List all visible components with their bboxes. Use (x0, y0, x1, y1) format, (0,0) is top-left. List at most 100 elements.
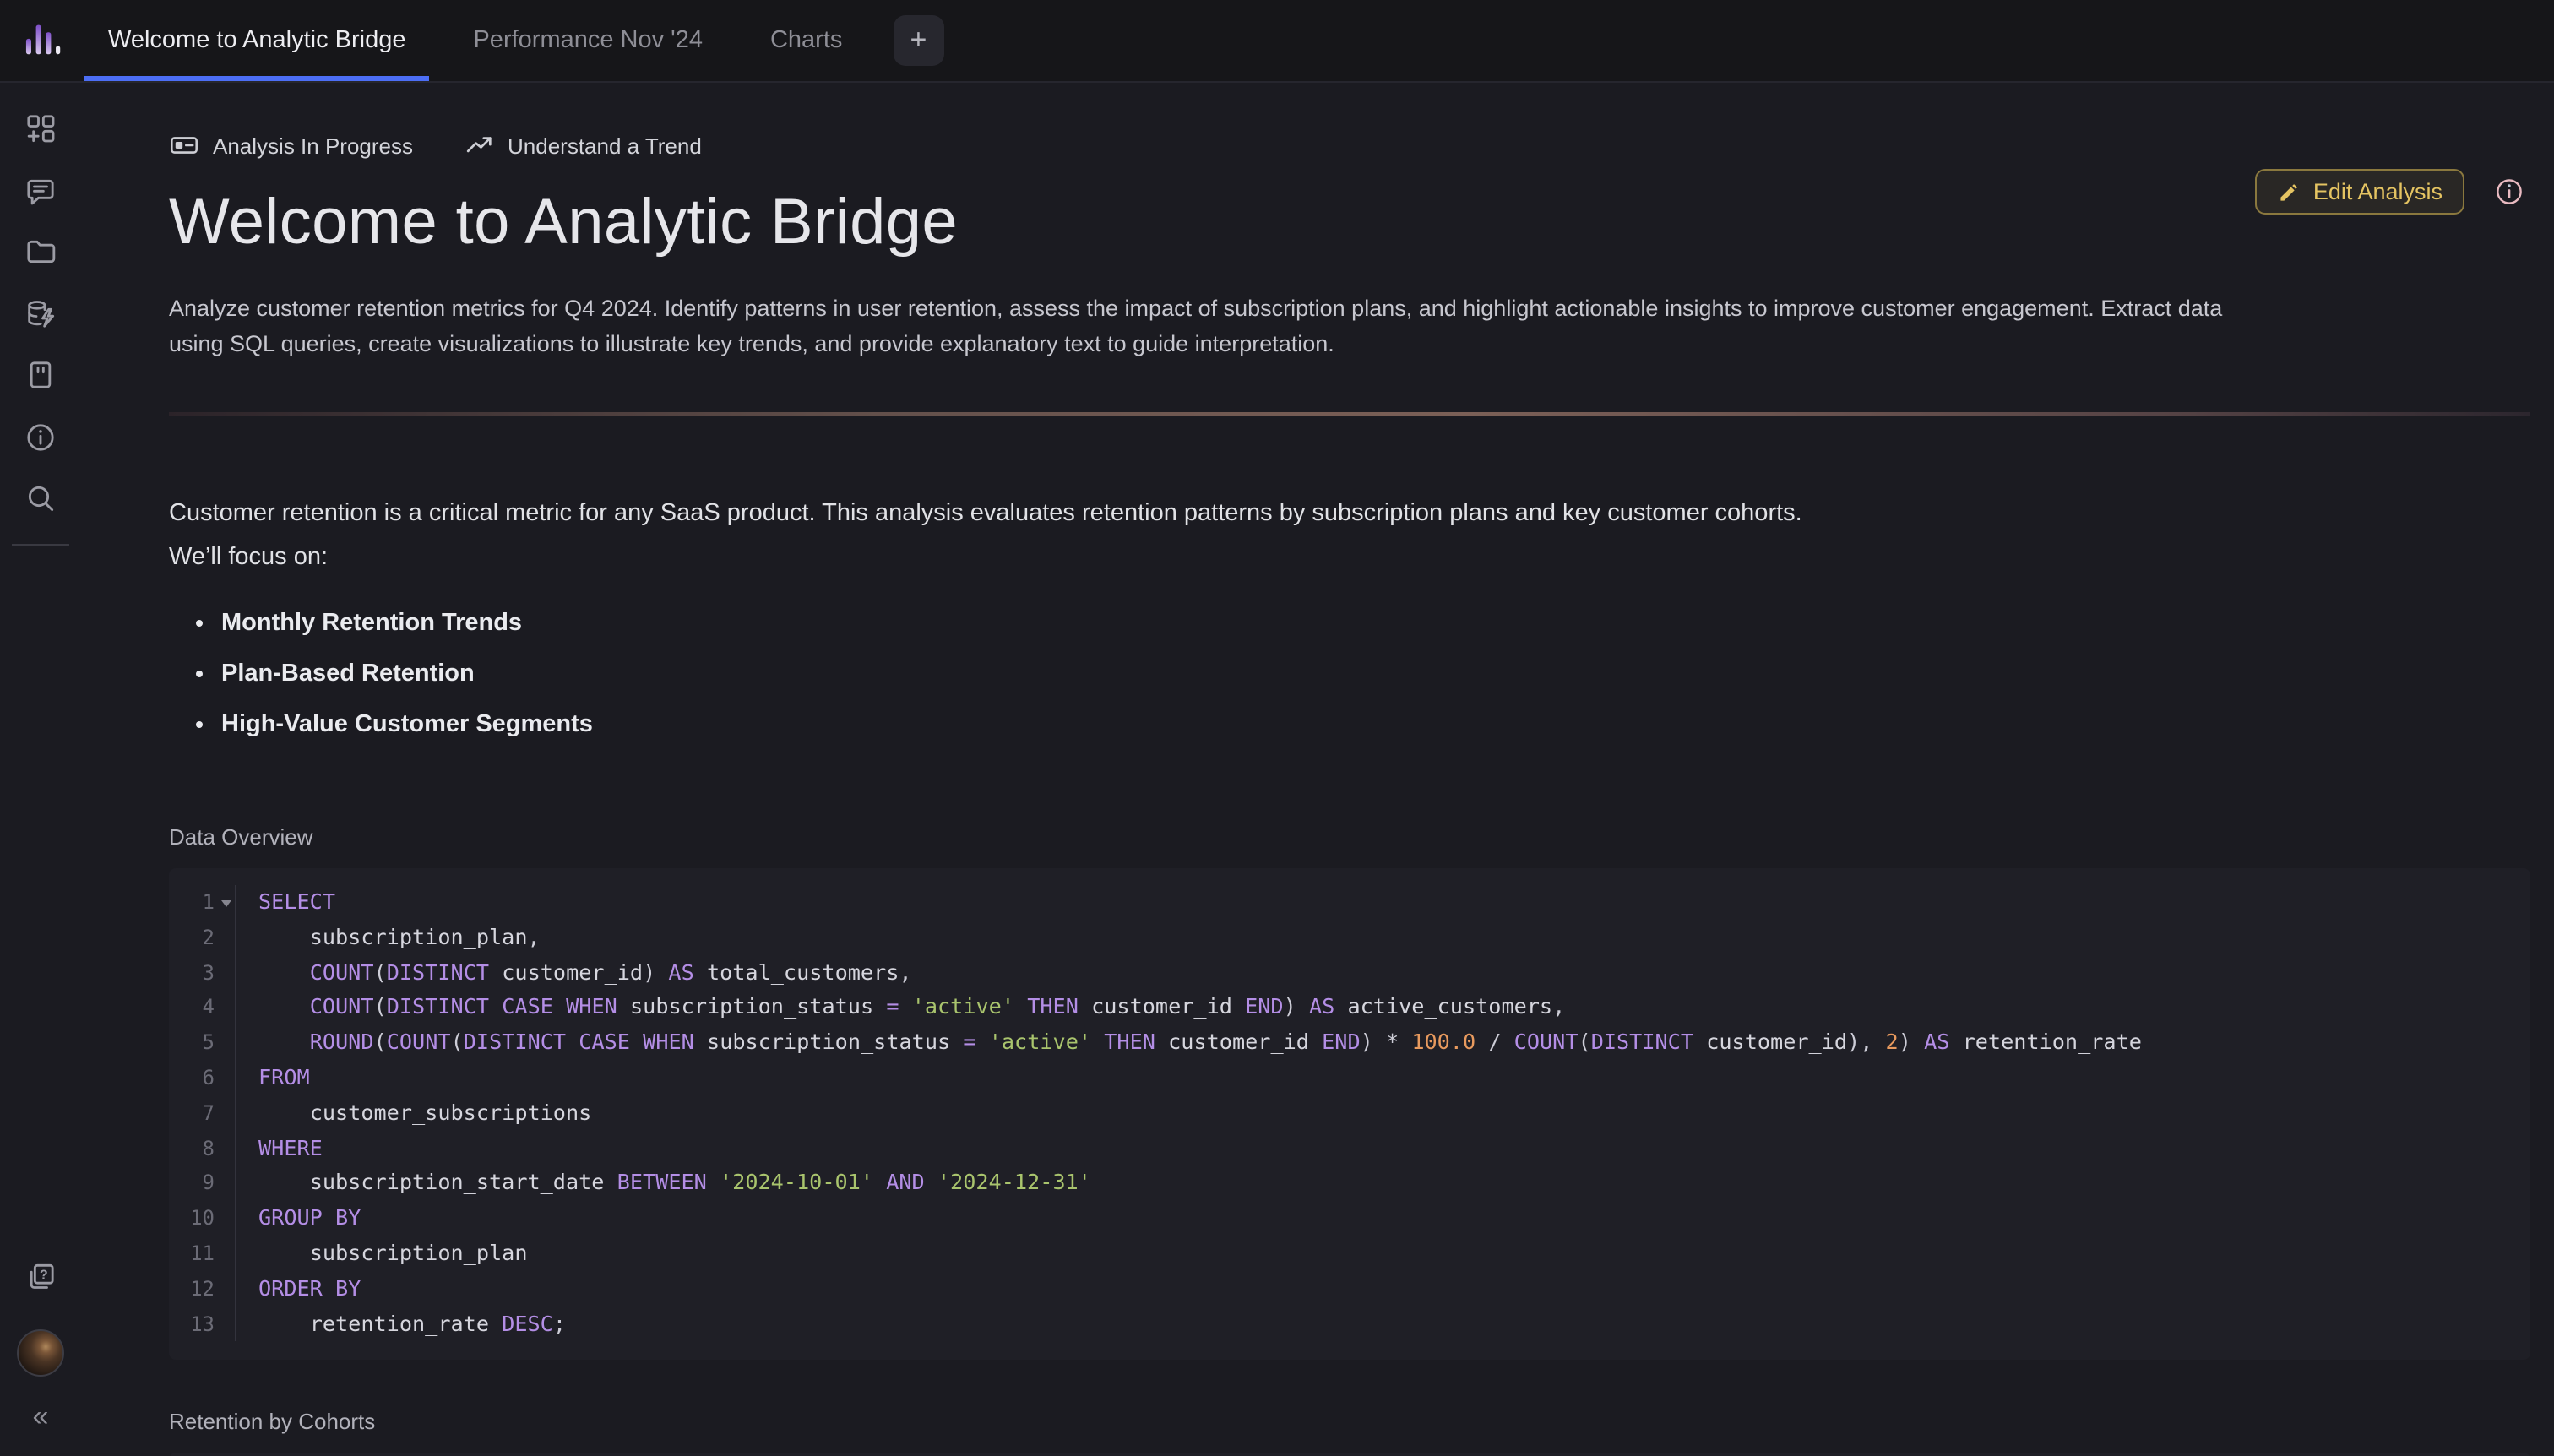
sidebar-item-add-widget-icon[interactable] (14, 101, 68, 155)
code-text: FROM (235, 1061, 2530, 1096)
focus-list-item: Plan-Based Retention (221, 662, 2530, 687)
code-line: 10 GROUP BY (169, 1201, 2530, 1236)
line-number: 2 (169, 921, 215, 956)
info-icon[interactable] (2493, 176, 2525, 208)
code-line: 5 ROUND(COUNT(DISTINCT CASE WHEN subscri… (169, 1025, 2530, 1061)
code-text: subscription_plan, (235, 921, 2530, 956)
edit-analysis-button[interactable]: Edit Analysis (2256, 169, 2464, 215)
line-number: 4 (169, 991, 215, 1026)
section-divider (169, 412, 2530, 416)
fold-spacer (215, 921, 235, 956)
tab-performance-nov-24[interactable]: Performance Nov '24 (449, 0, 726, 81)
badge-analysis-in-progress: Analysis In Progress (169, 130, 413, 160)
fold-spacer (215, 1131, 235, 1166)
code-line: 4 COUNT(DISTINCT CASE WHEN subscription_… (169, 991, 2530, 1026)
code-line: 6 FROM (169, 1061, 2530, 1096)
line-number: 12 (169, 1272, 215, 1307)
trend-up-icon (464, 130, 494, 160)
edit-analysis-label: Edit Analysis (2313, 179, 2443, 204)
code-text: retention_rate DESC; (235, 1307, 2530, 1342)
code-text: subscription_plan (235, 1236, 2530, 1272)
status-badges: Analysis In Progress Understand a Trend (169, 130, 2530, 160)
sidebar-divider (12, 543, 69, 545)
code-text: customer_subscriptions (235, 1096, 2530, 1132)
collapse-sidebar-button[interactable]: « (26, 1395, 56, 1437)
line-number: 10 (169, 1201, 215, 1236)
fold-spacer (215, 1272, 235, 1307)
code-line: 3 COUNT(DISTINCT customer_id) AS total_c… (169, 955, 2530, 991)
line-number: 7 (169, 1096, 215, 1132)
focus-list: Monthly Retention Trends Plan-Based Reten… (169, 611, 2530, 738)
focus-list-item: Monthly Retention Trends (221, 611, 2530, 637)
code-text: COUNT(DISTINCT CASE WHEN subscription_st… (235, 991, 2530, 1026)
code-line: 7 customer_subscriptions (169, 1096, 2530, 1132)
line-number: 1 (169, 885, 215, 921)
fold-spacer (215, 1096, 235, 1132)
tab-bar: Welcome to Analytic BridgePerformance No… (84, 0, 886, 81)
help-icon: ? (24, 1259, 57, 1293)
code-line: 11 subscription_plan (169, 1236, 2530, 1272)
fold-spacer (215, 1201, 235, 1236)
line-number: 13 (169, 1307, 215, 1342)
info-icon (24, 420, 57, 454)
pencil-icon (2278, 180, 2301, 204)
fold-spacer (215, 1307, 235, 1342)
code-sections: Data Overview1SELECT2 subscription_plan,… (169, 824, 2530, 1456)
fold-spacer (215, 955, 235, 991)
focus-lead: We’ll focus on: (169, 541, 2530, 576)
fold-spacer (215, 1236, 235, 1272)
sql-code-block[interactable]: 1SELECT2 subscription_plan,3 COUNT(DISTI… (169, 868, 2530, 1361)
page-title: Welcome to Analytic Bridge (169, 184, 2530, 263)
app-logo-icon (0, 0, 84, 81)
app-window: Welcome to Analytic BridgePerformance No… (0, 0, 2554, 1456)
line-number: 9 (169, 1166, 215, 1202)
line-number: 11 (169, 1236, 215, 1272)
query-database-icon (24, 296, 57, 330)
code-line: 9 subscription_start_date BETWEEN '2024-… (169, 1166, 2530, 1202)
line-number: 6 (169, 1061, 215, 1096)
sidebar-item-file-icon[interactable] (14, 348, 68, 402)
fold-chevron-icon[interactable] (215, 885, 235, 921)
sidebar: ? « (0, 81, 81, 1456)
comment-icon (24, 173, 57, 207)
avatar[interactable] (17, 1329, 64, 1377)
tab-charts[interactable]: Charts (747, 0, 866, 81)
svg-text:?: ? (40, 1268, 48, 1282)
new-tab-button[interactable]: + (893, 15, 943, 66)
file-icon (24, 358, 57, 392)
status-badge-icon (169, 130, 199, 160)
analysis-description: Analyze customer retention metrics for Q… (169, 291, 2280, 361)
add-widget-icon (24, 111, 57, 145)
line-number: 5 (169, 1025, 215, 1061)
main-content: Analysis In Progress Understand a Trend E… (81, 81, 2554, 1456)
sidebar-item-folder-icon[interactable] (14, 225, 68, 279)
code-line: 1 SELECT (169, 885, 2530, 921)
sidebar-item-search-icon[interactable] (14, 471, 68, 525)
fold-spacer (215, 991, 235, 1026)
fold-spacer (215, 1061, 235, 1096)
section-label: Retention by Cohorts (169, 1410, 2530, 1435)
sidebar-item-query-database-icon[interactable] (14, 286, 68, 340)
sidebar-item-help-icon[interactable]: ? (14, 1249, 68, 1303)
tab-welcome-to-analytic-bridge[interactable]: Welcome to Analytic Bridge (84, 0, 429, 81)
line-number: 8 (169, 1131, 215, 1166)
focus-list-item: High-Value Customer Segments (221, 713, 2530, 738)
topbar: Welcome to Analytic BridgePerformance No… (0, 0, 2554, 83)
code-text: subscription_start_date BETWEEN '2024-10… (235, 1166, 2530, 1202)
code-line: 8 WHERE (169, 1131, 2530, 1166)
code-text: WHERE (235, 1131, 2530, 1166)
code-text: COUNT(DISTINCT customer_id) AS total_cus… (235, 955, 2530, 991)
code-text: ORDER BY (235, 1272, 2530, 1307)
code-text: GROUP BY (235, 1201, 2530, 1236)
line-number: 3 (169, 955, 215, 991)
sidebar-item-comment-icon[interactable] (14, 163, 68, 217)
sidebar-item-info-icon[interactable] (14, 410, 68, 464)
header-actions: Edit Analysis (2256, 169, 2525, 215)
sidebar-top-items (12, 81, 69, 545)
fold-spacer (215, 1166, 235, 1202)
code-text: ROUND(COUNT(DISTINCT CASE WHEN subscript… (235, 1025, 2530, 1061)
code-text: SELECT (235, 885, 2530, 921)
badge-understand-a-trend: Understand a Trend (464, 130, 702, 160)
code-line: 2 subscription_plan, (169, 921, 2530, 956)
sidebar-bottom-items: ? « (14, 1249, 68, 1456)
